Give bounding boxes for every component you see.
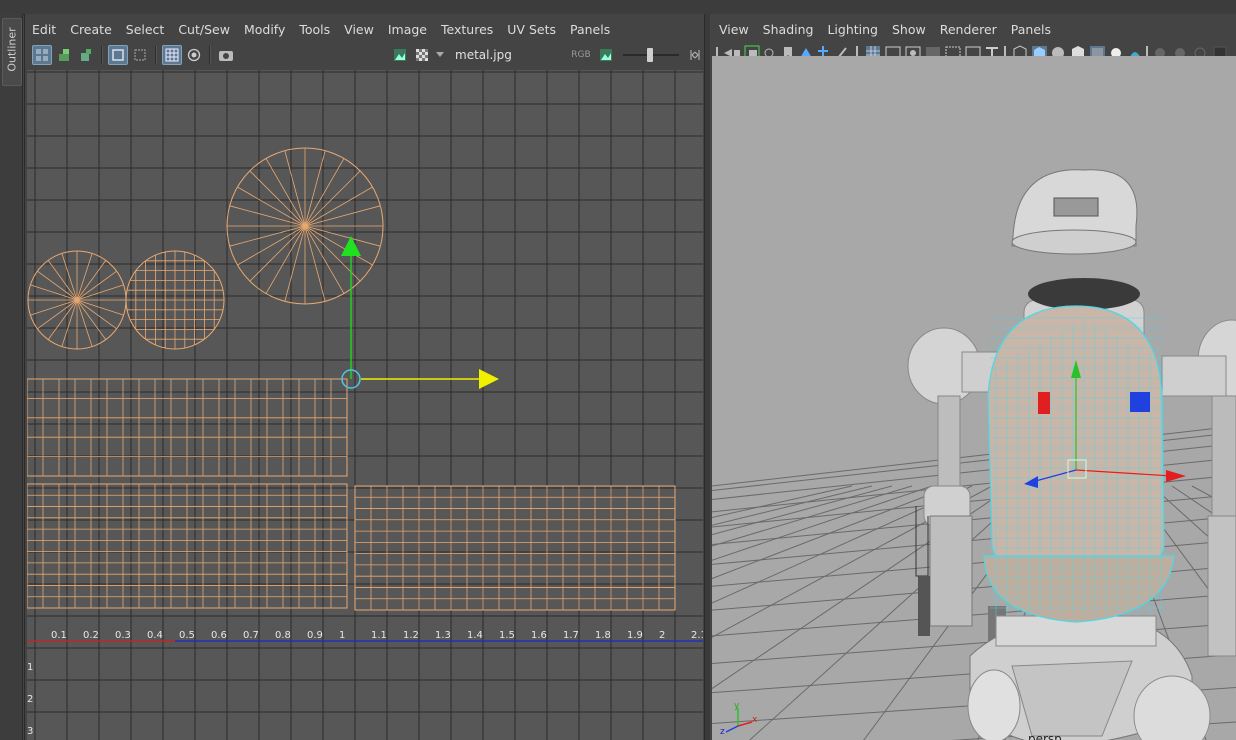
axis-z-label: z <box>720 727 725 737</box>
ruler-tick-label: 0.7 <box>243 630 259 641</box>
toolbar-separator <box>101 46 103 64</box>
ruler-tick-label: 0.1 <box>51 630 67 641</box>
axis-y-label: y <box>734 701 740 711</box>
uv-component-icon[interactable] <box>76 45 96 65</box>
ruler-tick-label: 1.2 <box>403 630 419 641</box>
viewport-menubar: View Shading Lighting Show Renderer Pane… <box>712 18 1058 40</box>
uv-canvas[interactable]: 0.1 0.2 0.3 0.4 0.5 0.6 0.7 0.8 0.9 1 1.1 1.2 1.3 1.4… <box>27 70 703 740</box>
uv-shell-icon[interactable] <box>54 45 74 65</box>
uv-layout-icon[interactable] <box>32 45 52 65</box>
ruler-tick-label: 0.3 <box>115 630 131 641</box>
ruler-tick-label: 2 <box>659 630 665 641</box>
checker-icon[interactable] <box>412 45 432 65</box>
uv-editor-panel: Edit Create Select Cut/Sew Modify Tools … <box>24 14 705 740</box>
ruler-tick-label: 1 <box>339 630 345 641</box>
ruler-tick-label: 0.5 <box>179 630 195 641</box>
ruler-tick-label: 1.3 <box>435 630 451 641</box>
uv-shell-block-right <box>354 485 676 611</box>
uv-editor-toolbar <box>31 42 237 68</box>
perspective-panel: View Shading Lighting Show Renderer Pane… <box>710 14 1236 740</box>
vp-menu-renderer[interactable]: Renderer <box>933 22 1004 37</box>
ruler-tick-label: 0.8 <box>275 630 291 641</box>
robot-forearm-right <box>1207 515 1236 657</box>
vp-manip-red-handle-icon[interactable] <box>1038 392 1050 414</box>
ruler-top: 0.1 0.2 0.3 0.4 0.5 0.6 0.7 0.8 0.9 1 1.1 1.2 1.3 1.4… <box>51 630 703 641</box>
menu-select[interactable]: Select <box>119 22 172 37</box>
texture-name-field[interactable]: metal.jpg <box>455 48 567 62</box>
robot-foot-left <box>967 669 1021 740</box>
menu-view[interactable]: View <box>337 22 381 37</box>
menu-image[interactable]: Image <box>381 22 434 37</box>
snap-circle-icon[interactable] <box>184 45 204 65</box>
vp-menu-panels[interactable]: Panels <box>1004 22 1058 37</box>
exposure-slider[interactable] <box>623 46 679 64</box>
vp-menu-show[interactable]: Show <box>885 22 933 37</box>
ruler-tick-label: 1.7 <box>563 630 579 641</box>
robot-neck-shadow <box>1028 278 1140 310</box>
robot-arm-right <box>1211 395 1236 517</box>
ruler-tick-label: 0.6 <box>211 630 227 641</box>
uv-shell-strip-upper <box>27 378 348 477</box>
menu-uv-sets[interactable]: UV Sets <box>500 22 563 37</box>
camera-snapshot-icon[interactable] <box>216 45 236 65</box>
rgb-channel-button[interactable]: RGB <box>568 45 594 65</box>
robot-visor <box>1053 197 1099 217</box>
ruler-tick-label: 1.5 <box>499 630 515 641</box>
menu-cut-sew[interactable]: Cut/Sew <box>171 22 237 37</box>
ruler-tick-label: 0.2 <box>83 630 99 641</box>
perspective-viewport[interactable]: y x z persp <box>712 56 1236 740</box>
frame-square-icon[interactable] <box>108 45 128 65</box>
outliner-label: Outliner <box>5 27 19 72</box>
ruler-tick-label: 2 <box>27 694 33 705</box>
uv-shell-block-left <box>27 483 348 609</box>
uv-editor-menubar: Edit Create Select Cut/Sew Modify Tools … <box>25 18 617 40</box>
toolbar-separator <box>209 46 211 64</box>
window-top-strip <box>0 0 1236 15</box>
vp-manip-blue-handle-icon[interactable] <box>1130 392 1150 412</box>
ruler-tick-label: 1.6 <box>531 630 547 641</box>
outliner-tab[interactable]: Outliner <box>2 18 22 86</box>
camera-name-label: persp <box>1028 732 1062 740</box>
uv-shell-large-disk <box>226 147 384 305</box>
axis-x-label: x <box>752 715 758 725</box>
menu-tools[interactable]: Tools <box>292 22 337 37</box>
ruler-tick-label: 1 <box>27 662 33 673</box>
ruler-tick-label: 0.4 <box>147 630 163 641</box>
rgb-label: RGB <box>571 50 591 60</box>
toolbar-separator <box>155 46 157 64</box>
vp-menu-shading[interactable]: Shading <box>756 22 821 37</box>
exposure-image-icon[interactable] <box>596 45 616 65</box>
menu-create[interactable]: Create <box>63 22 119 37</box>
vp-menu-view[interactable]: View <box>712 22 756 37</box>
robot-arm-left <box>937 395 961 487</box>
2d-pan-icon <box>818 46 828 56</box>
menu-edit[interactable]: Edit <box>25 22 63 37</box>
slider-handle[interactable] <box>647 48 653 62</box>
image-display-icon[interactable] <box>390 45 410 65</box>
panel-collapse-icon[interactable] <box>685 45 705 65</box>
menu-textures[interactable]: Textures <box>434 22 500 37</box>
dropdown-arrow-icon[interactable] <box>434 45 446 65</box>
uv-shell-small-disk <box>27 250 127 350</box>
ruler-tick-label: 1.8 <box>595 630 611 641</box>
frame-dashed-icon[interactable] <box>130 45 150 65</box>
menu-modify[interactable]: Modify <box>237 22 292 37</box>
ruler-tick-label: 3 <box>27 726 33 737</box>
robot-forearm-left <box>929 515 973 627</box>
uv-shell-grid-disk <box>125 250 225 350</box>
grid-toggle-icon[interactable] <box>162 45 182 65</box>
ruler-tick-label: 2.1 <box>691 630 703 641</box>
vp-menu-lighting[interactable]: Lighting <box>820 22 885 37</box>
menu-panels[interactable]: Panels <box>563 22 617 37</box>
outliner-strip: Outliner <box>0 14 23 740</box>
ruler-tick-label: 0.9 <box>307 630 323 641</box>
ruler-tick-label: 1.9 <box>627 630 643 641</box>
ruler-tick-label: 1.4 <box>467 630 483 641</box>
uv-texture-toolbar: metal.jpg RGB <box>389 42 706 68</box>
ruler-tick-label: 1.1 <box>371 630 387 641</box>
